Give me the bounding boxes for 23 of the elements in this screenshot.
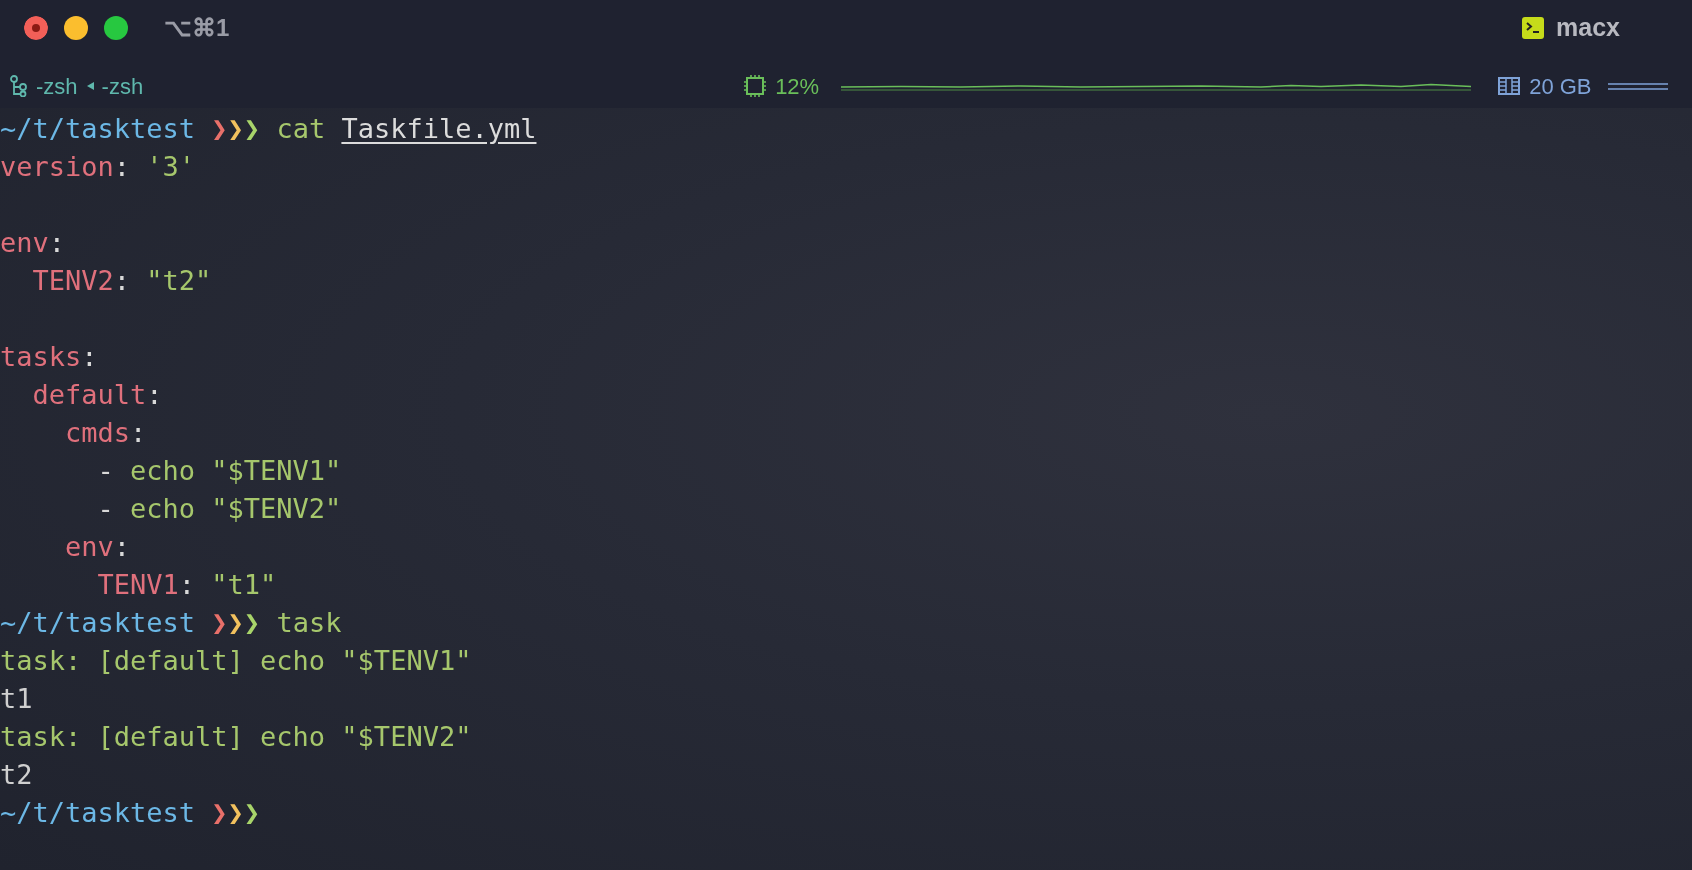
terminal-line: task: [default] echo "$TENV2" [0, 720, 472, 754]
terminal-line: TENV2: "t2" [31, 264, 212, 298]
terminal-line: env: [64, 530, 131, 564]
shell-name: -zsh [36, 72, 78, 101]
terminal-line: version: '3' [0, 150, 196, 184]
terminal-line: task: [default] echo "$TENV1" [0, 644, 472, 678]
terminal-line: - echo "$TENV2" [96, 492, 342, 526]
terminal-line: env: [0, 226, 66, 260]
cpu-usage: 12% [775, 72, 820, 101]
terminal-line: TENV1: "t1" [96, 568, 277, 602]
terminal-line: ~/t/tasktest ❯❯❯ [0, 796, 261, 830]
terminal-line: default: [31, 378, 163, 412]
parent-shell-name: -zsh [101, 72, 144, 101]
terminal-line: t2 [0, 758, 33, 792]
terminal-line: ~/t/tasktest ❯❯❯ cat Taskfile.yml [0, 112, 537, 146]
terminal-line: t1 [0, 682, 33, 716]
terminal-line: cmds: [64, 416, 147, 450]
terminal-line: - echo "$TENV1" [96, 454, 342, 488]
terminal-line: ~/t/tasktest ❯❯❯ task [0, 606, 342, 640]
terminal-line: tasks: [0, 340, 98, 374]
memory-usage: 20 GB [1529, 72, 1592, 101]
session-name: macx [1556, 12, 1620, 44]
window-title: ⌥⌘1 [164, 13, 230, 43]
